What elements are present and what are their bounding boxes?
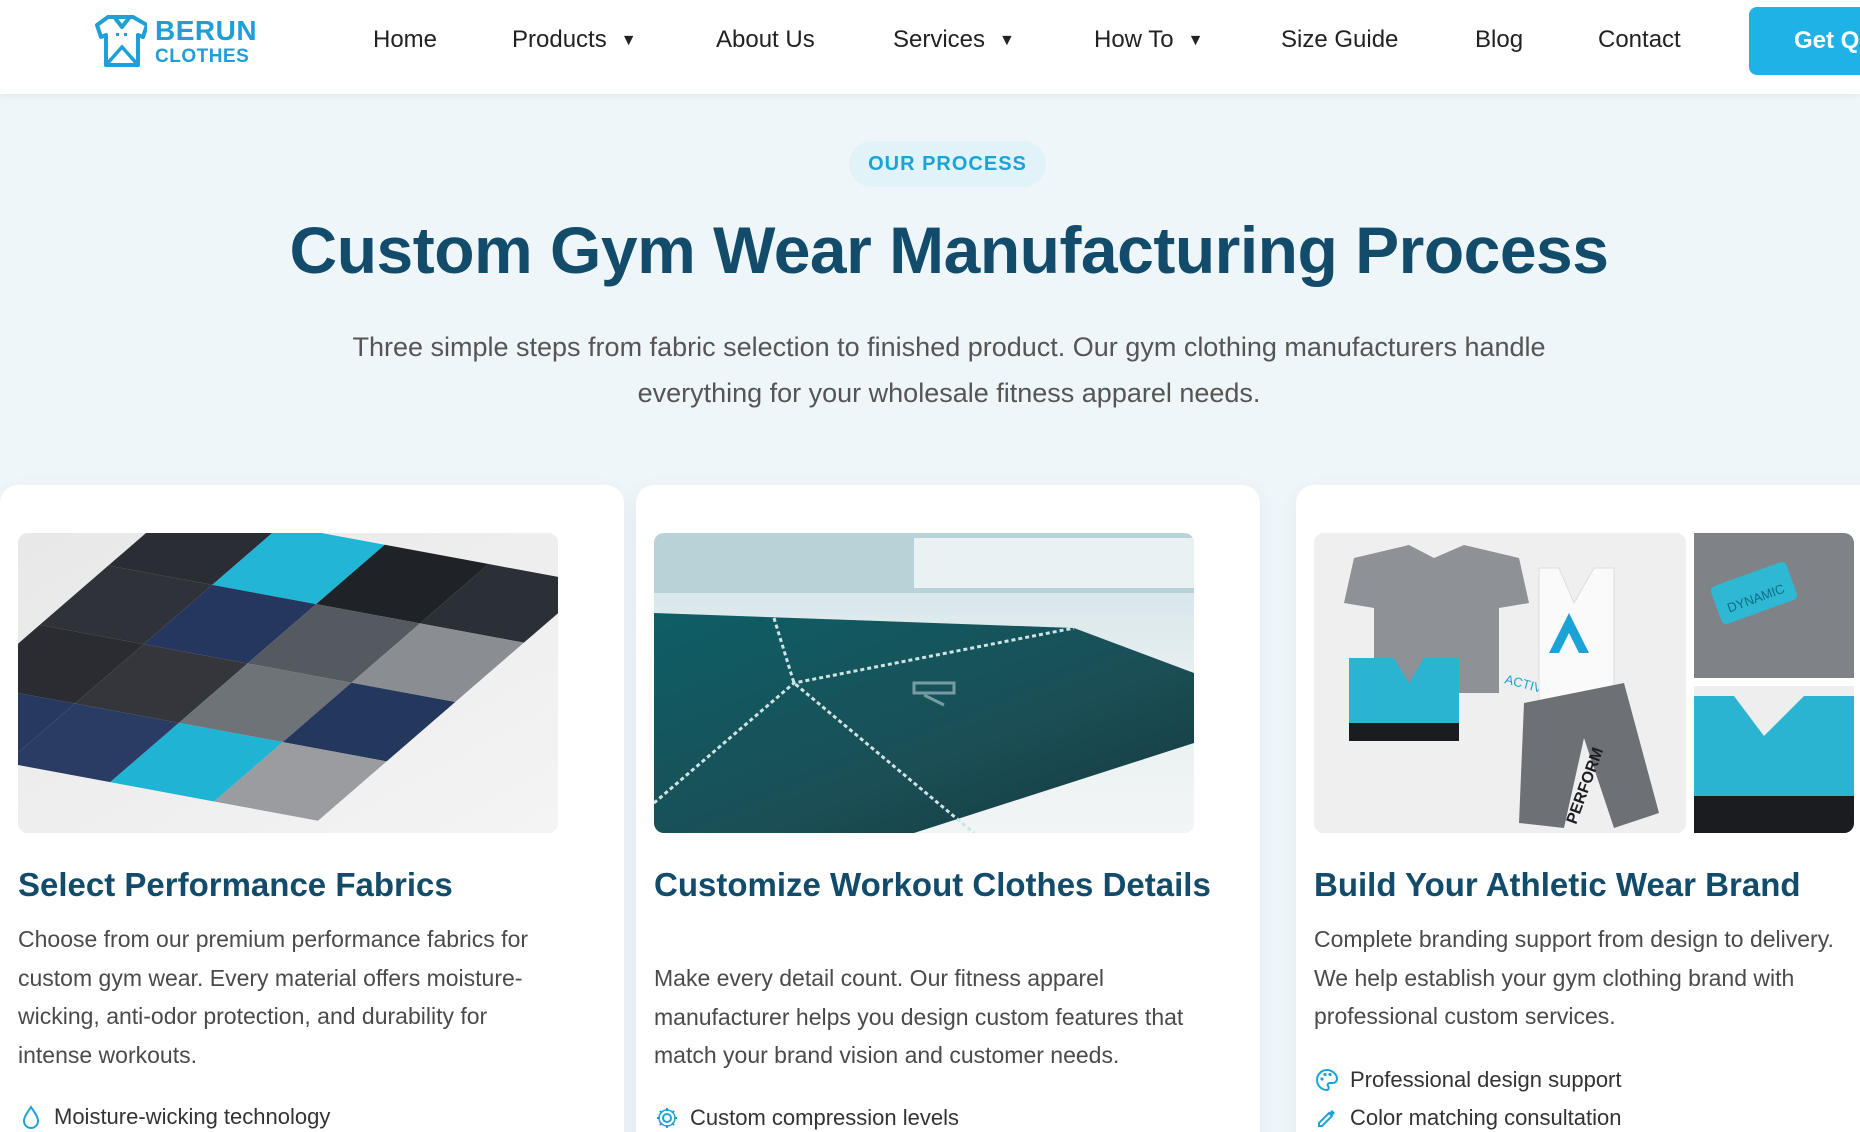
feature-label: Color matching consultation: [1350, 1105, 1622, 1130]
nav-contact[interactable]: Contact: [1598, 26, 1681, 54]
nav-blog[interactable]: Blog: [1475, 26, 1523, 54]
process-card-customize: Customize Workout Clothes Details Make e…: [636, 485, 1260, 1132]
process-card-fabrics: Select Performance Fabrics Choose from o…: [0, 485, 624, 1132]
activewear-collection-image: ACTIVEWEAR PERFORM: [1314, 533, 1686, 833]
card-description: Complete branding support from design to…: [1314, 926, 1834, 1029]
logo-wordmark-bottom: CLOTHES: [155, 45, 250, 67]
get-quote-button[interactable]: Get Q: [1749, 7, 1860, 75]
feature-label: Custom compression levels: [690, 1105, 959, 1130]
section-eyebrow-badge: OUR PROCESS: [849, 141, 1046, 187]
brand-logo[interactable]: BERUN CLOTHES: [93, 12, 257, 70]
eyedropper-icon: [1314, 1105, 1340, 1131]
feature-label: Professional design support: [1350, 1067, 1622, 1092]
card-title: Select Performance Fabrics: [18, 866, 453, 903]
feature-item: Custom compression levels: [654, 1105, 959, 1131]
water-drop-icon: [18, 1104, 44, 1130]
site-header: BERUN CLOTHES Home Products ▼ About Us Se…: [0, 0, 1860, 94]
feature-item: Moisture-wicking technology: [18, 1104, 330, 1130]
fabric-swatches-image: [18, 533, 558, 833]
chevron-down-icon: ▼: [999, 32, 1015, 49]
nav-size-guide[interactable]: Size Guide: [1281, 26, 1398, 54]
chevron-down-icon: ▼: [1187, 32, 1204, 49]
feature-item: Professional design support: [1314, 1067, 1622, 1093]
gear-icon: [654, 1105, 680, 1131]
nav-about-us[interactable]: About Us: [716, 26, 815, 54]
sports-bra-closeup-image: [1694, 686, 1854, 833]
nav-products[interactable]: Products ▼: [512, 26, 637, 54]
shirt-logo-icon: [95, 15, 147, 67]
palette-icon: [1314, 1067, 1340, 1093]
page-subtitle: Three simple steps from fabric selection…: [352, 332, 1546, 408]
page-title: Custom Gym Wear Manufacturing Process: [289, 213, 1609, 287]
logo-wordmark-top: BERUN: [155, 14, 258, 46]
fabric-patch-image: DYNAMIC: [1694, 533, 1854, 678]
feature-item: Color matching consultation: [1314, 1105, 1621, 1131]
chevron-down-icon: ▼: [620, 32, 637, 49]
nav-how-to[interactable]: How To ▼: [1094, 26, 1203, 54]
nav-services[interactable]: Services ▼: [893, 26, 1015, 54]
process-card-brand: ACTIVEWEAR PERFORM DYNAMIC Build Your At…: [1296, 485, 1860, 1132]
feature-label: Moisture-wicking technology: [54, 1104, 331, 1129]
nav-home[interactable]: Home: [373, 26, 437, 54]
card-description: Choose from our premium performance fabr…: [18, 926, 529, 1068]
card-description: Make every detail count. Our fitness app…: [654, 965, 1184, 1068]
fabric-stitching-image: [654, 533, 1194, 833]
card-title: Customize Workout Clothes Details: [654, 866, 1211, 903]
card-title: Build Your Athletic Wear Brand: [1314, 866, 1801, 903]
